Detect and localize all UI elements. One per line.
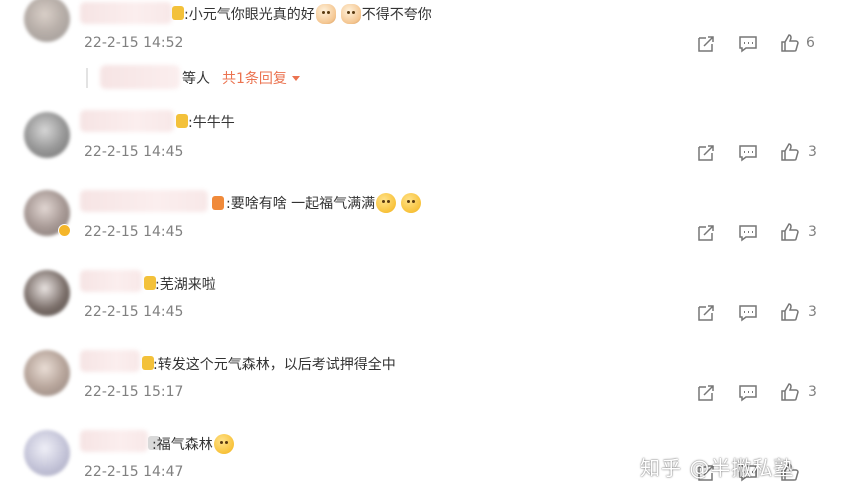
smile-face-emoji <box>213 434 234 454</box>
comment-text: :牛牛牛 <box>188 112 235 132</box>
comment-button[interactable] <box>738 34 758 54</box>
comment-text: :福气森林 <box>152 434 235 454</box>
thumbs-up-icon <box>781 143 799 161</box>
comment-text: :转发这个元气森林，以后考试押得全中 <box>153 354 396 374</box>
comment-text-tail: 不得不夸你 <box>361 7 432 23</box>
comment-text-main: :转发这个元气森林，以后考试押得全中 <box>153 357 396 373</box>
comment-time: 22-2-15 14:52 <box>84 35 184 51</box>
cat-face-emoji <box>315 4 336 24</box>
comment-bubble-icon <box>739 145 757 162</box>
comment-text: :芜湖来啦 <box>155 274 216 294</box>
share-arrow-icon <box>698 385 714 401</box>
like-button[interactable] <box>780 33 800 53</box>
forward-button[interactable] <box>696 303 716 323</box>
comment-bubble-icon <box>739 36 757 53</box>
share-arrow-icon <box>698 305 714 321</box>
comment-button[interactable] <box>738 143 758 163</box>
comment-bubble-icon <box>739 305 757 322</box>
avatar[interactable] <box>24 270 70 316</box>
user-level-badge <box>212 196 224 210</box>
avatar[interactable] <box>24 112 70 158</box>
zhihu-watermark: 知乎 @半撇私塾 <box>640 456 795 480</box>
view-replies-link[interactable]: 共1条回复 <box>222 68 300 88</box>
user-level-badge <box>172 6 184 20</box>
thumbs-up-icon <box>781 223 799 241</box>
username-blurred[interactable] <box>80 350 140 372</box>
thumbs-up-icon <box>781 303 799 321</box>
username-blurred[interactable] <box>80 190 208 212</box>
avatar[interactable] <box>24 0 70 42</box>
surprised-face-emoji <box>376 193 397 213</box>
comment-time: 22-2-15 14:47 <box>84 464 184 480</box>
comment-time: 22-2-15 14:45 <box>84 224 184 240</box>
forward-button[interactable] <box>696 383 716 403</box>
comment-button[interactable] <box>738 383 758 403</box>
like-button[interactable] <box>780 142 800 162</box>
comment-text-main: :要啥有啥 一起福气满满 <box>226 196 376 212</box>
view-replies-label: 共1条回复 <box>222 71 287 87</box>
avatar[interactable] <box>24 350 70 396</box>
reply-others-label: 等人 <box>182 71 210 87</box>
comment-time: 22-2-15 14:45 <box>84 144 184 160</box>
username-blurred[interactable] <box>80 270 142 292</box>
like-button[interactable] <box>780 302 800 322</box>
cat-face-emoji <box>340 4 361 24</box>
like-count: 3 <box>808 304 817 320</box>
like-count: 3 <box>808 384 817 400</box>
reply-user-blurred[interactable] <box>100 65 180 89</box>
comment-text-main: :福气森林 <box>152 437 213 453</box>
user-level-badge <box>176 114 188 128</box>
comment-bubble-icon <box>739 225 757 242</box>
avatar[interactable] <box>24 430 70 476</box>
comment-bubble-icon <box>739 385 757 402</box>
comment-text-main: :小元气你眼光真的好 <box>184 7 315 23</box>
comment-time: 22-2-15 15:17 <box>84 384 184 400</box>
comment-button[interactable] <box>738 303 758 323</box>
like-button[interactable] <box>780 382 800 402</box>
username-blurred[interactable] <box>80 430 148 452</box>
like-count: 6 <box>806 35 815 51</box>
thumbs-up-icon <box>781 383 799 401</box>
comment-text-main: :芜湖来啦 <box>155 277 216 293</box>
reply-divider <box>86 68 88 88</box>
comment-text: :要啥有啥 一起福气满满 <box>226 193 422 213</box>
surprised-face-emoji <box>401 193 422 213</box>
chevron-down-icon <box>291 75 300 81</box>
thumbs-up-icon <box>781 34 799 52</box>
share-arrow-icon <box>698 145 714 161</box>
comment-button[interactable] <box>738 223 758 243</box>
like-count: 3 <box>808 224 817 240</box>
username-blurred[interactable] <box>80 2 172 24</box>
forward-button[interactable] <box>696 143 716 163</box>
comment-text: :小元气你眼光真的好 不得不夸你 <box>184 4 432 24</box>
verified-badge <box>58 224 71 237</box>
like-count: 3 <box>808 144 817 160</box>
share-arrow-icon <box>698 36 714 52</box>
forward-button[interactable] <box>696 34 716 54</box>
username-blurred[interactable] <box>80 110 174 132</box>
forward-button[interactable] <box>696 223 716 243</box>
share-arrow-icon <box>698 225 714 241</box>
comment-time: 22-2-15 14:45 <box>84 304 184 320</box>
comment-text-main: :牛牛牛 <box>188 115 235 131</box>
like-button[interactable] <box>780 222 800 242</box>
